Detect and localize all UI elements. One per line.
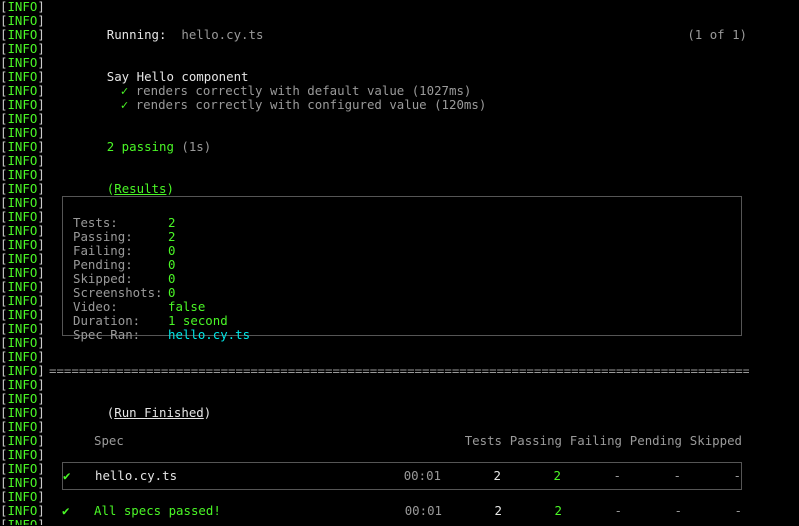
col-tests: Tests — [442, 434, 502, 448]
spacer — [0, 420, 799, 434]
summary-total: ✔ All specs passed! 00:01 2 2 - - - — [62, 504, 742, 518]
suite-title: Say Hello component — [107, 69, 249, 84]
total-label: All specs passed! — [76, 504, 382, 518]
test-name: renders correctly with default value (10… — [136, 83, 472, 98]
result-row: Passing:2 — [73, 230, 731, 244]
spacer — [0, 112, 799, 126]
spacer — [0, 42, 799, 56]
test-name: renders correctly with configured value … — [136, 97, 487, 112]
spacer — [0, 378, 799, 392]
row-skipped: - — [681, 469, 741, 483]
total-time: 00:01 — [382, 504, 442, 518]
suite-title-line: Say Hello component — [0, 56, 799, 70]
divider-line: ========================================… — [49, 364, 749, 378]
result-row: Screenshots:0 — [73, 286, 731, 300]
summary-table: Spec Tests Passing Failing Pending Skipp… — [62, 434, 742, 518]
col-failing: Failing — [562, 434, 622, 448]
row-spec: hello.cy.ts — [77, 469, 381, 483]
col-pending: Pending — [622, 434, 682, 448]
row-time: 00:01 — [381, 469, 441, 483]
row-failing: - — [561, 469, 621, 483]
total-failing: - — [562, 504, 622, 518]
row-passing: 2 — [501, 469, 561, 483]
result-row: Tests:2 — [73, 216, 731, 230]
summary-header: Spec Tests Passing Failing Pending Skipp… — [62, 434, 742, 448]
spacer — [0, 154, 799, 168]
col-skipped: Skipped — [682, 434, 742, 448]
summary-row: ✔ hello.cy.ts 00:01 2 2 - - - — [62, 462, 742, 490]
result-row: Skipped:0 — [73, 272, 731, 286]
total-pending: - — [622, 504, 682, 518]
result-row: Duration:1 second — [73, 314, 731, 328]
running-spec: hello.cy.ts — [181, 27, 263, 42]
passing-summary: 2 passing (1s) — [0, 126, 799, 140]
result-row: Pending:0 — [73, 258, 731, 272]
col-passing: Passing — [502, 434, 562, 448]
total-tests: 2 — [442, 504, 502, 518]
results-box: Tests:2 Passing:2 Failing:0 Pending:0 Sk… — [62, 196, 742, 336]
check-icon: ✔ — [63, 469, 77, 483]
spacer — [0, 350, 799, 364]
result-row: Failing:0 — [73, 244, 731, 258]
results-heading: (Results) — [0, 168, 799, 182]
terminal-output: Running: hello.cy.ts(1 of 1) Say Hello c… — [0, 0, 799, 518]
spacer — [0, 0, 799, 14]
total-skipped: - — [682, 504, 742, 518]
run-finished-heading: (Run Finished) — [0, 392, 799, 406]
running-counter: (1 of 1) — [687, 28, 799, 42]
row-pending: - — [621, 469, 681, 483]
result-row: Video:false — [73, 300, 731, 314]
running-label: Running: — [107, 27, 167, 42]
total-passing: 2 — [502, 504, 562, 518]
results-label: Results — [114, 181, 166, 196]
col-spec: Spec — [76, 434, 382, 448]
row-tests: 2 — [441, 469, 501, 483]
check-icon: ✔ — [62, 504, 76, 518]
run-finished-label: Run Finished — [114, 405, 204, 420]
passing-count: 2 passing — [107, 139, 174, 154]
running-header: Running: hello.cy.ts(1 of 1) — [0, 14, 799, 28]
passing-time: (1s) — [181, 139, 211, 154]
